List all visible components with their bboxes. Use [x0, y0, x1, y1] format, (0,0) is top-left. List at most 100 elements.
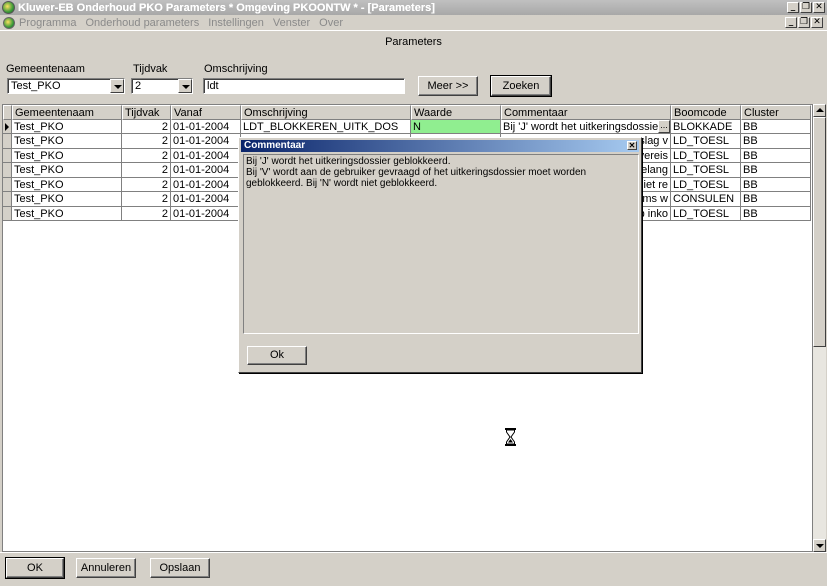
row-indicator[interactable] [3, 206, 12, 221]
row-indicator[interactable] [3, 134, 12, 149]
row-indicator[interactable] [3, 177, 12, 192]
cell-waarde[interactable]: N [411, 119, 501, 134]
scroll-down-button[interactable] [813, 539, 826, 552]
col-omschrijving[interactable]: Omschrijving [241, 105, 411, 120]
cell-cluster[interactable]: BB [741, 163, 811, 178]
cell-cluster[interactable]: BB [741, 177, 811, 192]
cell-vanaf[interactable]: 01-01-2004 [171, 119, 241, 134]
omschrijving-label: Omschrijving [204, 63, 268, 75]
minimize-button[interactable]: _ [787, 2, 799, 13]
col-tijdvak[interactable]: Tijdvak [122, 105, 171, 120]
row-indicator[interactable] [3, 148, 12, 163]
gemeente-value: Test_PKO [11, 80, 61, 92]
cell-vanaf[interactable]: 01-01-2004 [171, 134, 241, 149]
cell-tijdvak[interactable]: 2 [122, 134, 171, 149]
dialog-title: Commentaar [244, 140, 306, 151]
child-restore-button[interactable]: ❐ [798, 17, 810, 28]
menu-programma[interactable]: Programma [19, 17, 76, 29]
window-title: Kluwer-EB Onderhoud PKO Parameters * Omg… [18, 1, 435, 14]
menu-onderhoud-parameters[interactable]: Onderhoud parameters [85, 17, 199, 29]
cell-commentaar[interactable]: Bij 'J' wordt het uitkeringsdossier gebl… [501, 119, 671, 134]
scroll-up-button[interactable] [813, 104, 826, 117]
col-commentaar[interactable]: Commentaar [501, 105, 671, 120]
cell-tijdvak[interactable]: 2 [122, 206, 171, 221]
cell-gemeentenaam[interactable]: Test_PKO [12, 206, 122, 221]
cell-gemeentenaam[interactable]: Test_PKO [12, 119, 122, 134]
child-close-button[interactable]: ✕ [811, 17, 823, 28]
cell-cluster[interactable]: BB [741, 192, 811, 207]
current-row-arrow-icon[interactable] [3, 119, 12, 134]
hourglass-cursor-icon [505, 428, 516, 446]
menu-over[interactable]: Over [319, 17, 343, 29]
dialog-ok-button[interactable]: Ok [247, 346, 307, 365]
zoeken-button[interactable]: Zoeken [490, 75, 552, 97]
cell-gemeentenaam[interactable]: Test_PKO [12, 192, 122, 207]
bottom-bar: OK Annuleren Opslaan [0, 552, 827, 586]
gemeente-label: Gemeentenaam [6, 63, 85, 75]
col-waarde[interactable]: Waarde [411, 105, 501, 120]
cell-gemeentenaam[interactable]: Test_PKO [12, 163, 122, 178]
opslaan-button[interactable]: Opslaan [150, 558, 210, 578]
col-boomcode[interactable]: Boomcode [671, 105, 741, 120]
cell-boomcode[interactable]: BLOKKADE [671, 119, 741, 134]
cell-cluster[interactable]: BB [741, 119, 811, 134]
omschrijving-input[interactable]: ldt [203, 78, 405, 94]
cell-tijdvak[interactable]: 2 [122, 148, 171, 163]
commentaar-dialog: Commentaar ✕ Bij 'J' wordt het uitkering… [238, 137, 642, 373]
cell-gemeentenaam[interactable]: Test_PKO [12, 148, 122, 163]
row-indicator[interactable] [3, 163, 12, 178]
cell-tijdvak[interactable]: 2 [122, 163, 171, 178]
cell-vanaf[interactable]: 01-01-2004 [171, 206, 241, 221]
chevron-down-icon[interactable] [178, 79, 192, 93]
omschrijving-value: ldt [207, 80, 219, 92]
annuleren-button[interactable]: Annuleren [76, 558, 136, 578]
col-gemeentenaam[interactable]: Gemeentenaam [12, 105, 122, 120]
row-indicator[interactable] [3, 192, 12, 207]
window-titlebar[interactable]: Kluwer-EB Onderhoud PKO Parameters * Omg… [0, 0, 827, 15]
col-cluster[interactable]: Cluster [741, 105, 811, 120]
child-window-icon[interactable] [3, 16, 15, 29]
child-minimize-button[interactable]: _ [785, 17, 797, 28]
cell-tijdvak[interactable]: 2 [122, 192, 171, 207]
close-button[interactable]: ✕ [813, 2, 825, 13]
dialog-titlebar[interactable]: Commentaar ✕ [241, 140, 639, 152]
cell-cluster[interactable]: BB [741, 134, 811, 149]
cell-vanaf[interactable]: 01-01-2004 [171, 177, 241, 192]
commentaar-text[interactable]: Bij 'J' wordt het uitkeringsdossier gebl… [243, 154, 639, 334]
col-vanaf[interactable]: Vanaf [171, 105, 241, 120]
tijdvak-select[interactable]: 2 [131, 78, 193, 94]
cell-vanaf[interactable]: 01-01-2004 [171, 192, 241, 207]
tijdvak-value: 2 [135, 80, 142, 92]
cell-boomcode[interactable]: LD_TOESL [671, 163, 741, 178]
ellipsis-button[interactable]: ... [658, 119, 670, 133]
cell-cluster[interactable]: BB [741, 148, 811, 163]
menu-bar: Programma Onderhoud parameters Instellin… [0, 15, 827, 30]
cell-gemeentenaam[interactable]: Test_PKO [12, 177, 122, 192]
menu-venster[interactable]: Venster [273, 17, 310, 29]
ok-button[interactable]: OK [5, 557, 65, 579]
menu-instellingen[interactable]: Instellingen [208, 17, 264, 29]
cell-omschrijving[interactable]: LDT_BLOKKEREN_UITK_DOS [241, 119, 411, 134]
grid-vertical-scrollbar[interactable] [813, 104, 826, 552]
table-row[interactable]: Test_PKO 2 01-01-2004 LDT_BLOKKEREN_UITK_DO… [3, 119, 811, 134]
cell-boomcode[interactable]: LD_TOESL [671, 148, 741, 163]
commentaar-line-2: Bij 'V' wordt aan de gebruiker gevraagd … [246, 167, 587, 189]
scroll-thumb[interactable] [813, 117, 826, 347]
cell-boomcode[interactable]: LD_TOESL [671, 177, 741, 192]
dialog-close-button[interactable]: ✕ [627, 141, 637, 150]
commentaar-line-1: Bij 'J' wordt het uitkeringsdossier gebl… [246, 156, 451, 167]
restore-button[interactable]: ❐ [800, 2, 812, 13]
cell-boomcode[interactable]: CONSULEN [671, 192, 741, 207]
header-indicator [3, 105, 12, 120]
gemeente-select[interactable]: Test_PKO [7, 78, 125, 94]
cell-cluster[interactable]: BB [741, 206, 811, 221]
cell-vanaf[interactable]: 01-01-2004 [171, 148, 241, 163]
cell-vanaf[interactable]: 01-01-2004 [171, 163, 241, 178]
chevron-down-icon[interactable] [110, 79, 124, 93]
cell-boomcode[interactable]: LD_TOESL [671, 134, 741, 149]
cell-boomcode[interactable]: LD_TOESL [671, 206, 741, 221]
cell-gemeentenaam[interactable]: Test_PKO [12, 134, 122, 149]
meer-button[interactable]: Meer >> [418, 76, 478, 96]
cell-tijdvak[interactable]: 2 [122, 177, 171, 192]
cell-tijdvak[interactable]: 2 [122, 119, 171, 134]
